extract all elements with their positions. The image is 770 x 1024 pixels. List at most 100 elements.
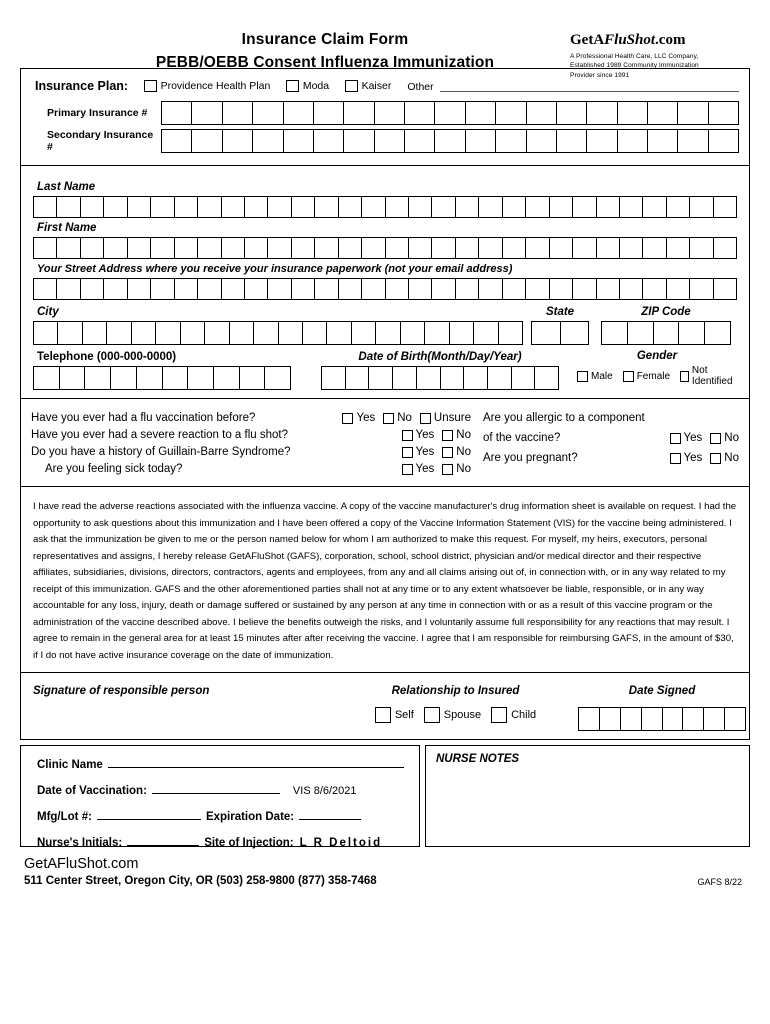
char-box[interactable]: [602, 322, 628, 344]
char-box[interactable]: [302, 322, 328, 344]
char-box[interactable]: [374, 102, 405, 124]
char-box[interactable]: [239, 367, 266, 389]
char-box[interactable]: [619, 197, 644, 217]
char-box[interactable]: [643, 279, 667, 299]
char-box[interactable]: [322, 367, 346, 389]
street-address-input[interactable]: [33, 278, 737, 300]
char-box[interactable]: [111, 367, 137, 389]
char-box[interactable]: [34, 279, 58, 299]
char-box[interactable]: [532, 322, 561, 344]
char-box[interactable]: [455, 279, 480, 299]
char-box[interactable]: [643, 197, 667, 217]
char-box[interactable]: [617, 130, 648, 152]
checkbox-icon[interactable]: [374, 707, 391, 723]
state-input[interactable]: [531, 321, 589, 345]
char-box[interactable]: [560, 322, 588, 344]
char-box[interactable]: [449, 322, 475, 344]
char-box[interactable]: [690, 279, 714, 299]
char-box[interactable]: [617, 102, 648, 124]
option-yes[interactable]: Yes: [342, 412, 375, 424]
char-box[interactable]: [596, 238, 620, 258]
option-yes[interactable]: Yes: [401, 463, 434, 475]
char-box[interactable]: [222, 102, 254, 124]
char-box[interactable]: [162, 102, 193, 124]
char-box[interactable]: [393, 367, 417, 389]
char-box[interactable]: [315, 279, 339, 299]
char-box[interactable]: [229, 322, 255, 344]
char-box[interactable]: [474, 322, 499, 344]
char-box[interactable]: [643, 238, 667, 258]
insurance-option-moda[interactable]: Moda: [286, 79, 329, 93]
char-box[interactable]: [596, 197, 620, 217]
char-box[interactable]: [85, 367, 112, 389]
char-box[interactable]: [57, 197, 81, 217]
primary-insurance-input[interactable]: [161, 101, 739, 125]
checkbox-icon[interactable]: [622, 370, 634, 382]
char-box[interactable]: [344, 102, 375, 124]
char-box[interactable]: [432, 197, 456, 217]
char-box[interactable]: [59, 367, 86, 389]
checkbox-icon[interactable]: [442, 463, 454, 475]
option-no[interactable]: No: [442, 429, 471, 441]
char-box[interactable]: [704, 708, 726, 730]
char-box[interactable]: [526, 279, 550, 299]
char-box[interactable]: [291, 197, 316, 217]
char-box[interactable]: [180, 322, 206, 344]
telephone-input[interactable]: [33, 366, 291, 390]
checkbox-icon[interactable]: [710, 432, 722, 444]
char-box[interactable]: [487, 367, 512, 389]
nurse-initials-input[interactable]: [127, 834, 200, 846]
char-box[interactable]: [435, 102, 466, 124]
checkbox-icon[interactable]: [442, 446, 454, 458]
char-box[interactable]: [690, 197, 714, 217]
checkbox-icon[interactable]: [491, 707, 508, 723]
checkbox-icon[interactable]: [669, 452, 681, 464]
char-box[interactable]: [502, 238, 527, 258]
char-box[interactable]: [479, 197, 503, 217]
clinic-name-input[interactable]: [107, 756, 404, 768]
char-box[interactable]: [425, 322, 450, 344]
insurance-other-input[interactable]: [439, 80, 739, 92]
char-box[interactable]: [244, 238, 269, 258]
char-box[interactable]: [678, 130, 709, 152]
char-box[interactable]: [57, 279, 81, 299]
char-box[interactable]: [315, 197, 339, 217]
char-box[interactable]: [198, 197, 222, 217]
char-box[interactable]: [400, 322, 426, 344]
checkbox-icon[interactable]: [144, 79, 157, 93]
char-box[interactable]: [683, 708, 705, 730]
char-box[interactable]: [596, 279, 620, 299]
char-box[interactable]: [385, 238, 409, 258]
char-box[interactable]: [253, 102, 284, 124]
checkbox-icon[interactable]: [442, 429, 454, 441]
char-box[interactable]: [34, 322, 59, 344]
char-box[interactable]: [34, 197, 58, 217]
char-box[interactable]: [34, 367, 60, 389]
char-box[interactable]: [127, 197, 152, 217]
checkbox-icon[interactable]: [401, 429, 413, 441]
char-box[interactable]: [244, 197, 269, 217]
option-yes[interactable]: Yes: [401, 429, 434, 441]
char-box[interactable]: [409, 197, 433, 217]
char-box[interactable]: [205, 322, 230, 344]
char-box[interactable]: [313, 130, 345, 152]
relationship-option-spouse[interactable]: Spouse: [423, 707, 481, 723]
char-box[interactable]: [278, 322, 303, 344]
char-box[interactable]: [362, 279, 386, 299]
gender-option-female[interactable]: Female: [622, 370, 670, 382]
city-input[interactable]: [33, 321, 523, 345]
char-box[interactable]: [327, 322, 352, 344]
checkbox-icon[interactable]: [423, 707, 440, 723]
char-box[interactable]: [432, 238, 456, 258]
char-box[interactable]: [127, 279, 152, 299]
option-no[interactable]: No: [710, 432, 739, 444]
char-box[interactable]: [283, 130, 314, 152]
char-box[interactable]: [455, 238, 480, 258]
char-box[interactable]: [369, 367, 394, 389]
char-box[interactable]: [713, 279, 737, 299]
date-of-vaccination-input[interactable]: [151, 782, 280, 794]
char-box[interactable]: [549, 279, 574, 299]
char-box[interactable]: [435, 130, 466, 152]
char-box[interactable]: [283, 102, 314, 124]
char-box[interactable]: [174, 279, 199, 299]
